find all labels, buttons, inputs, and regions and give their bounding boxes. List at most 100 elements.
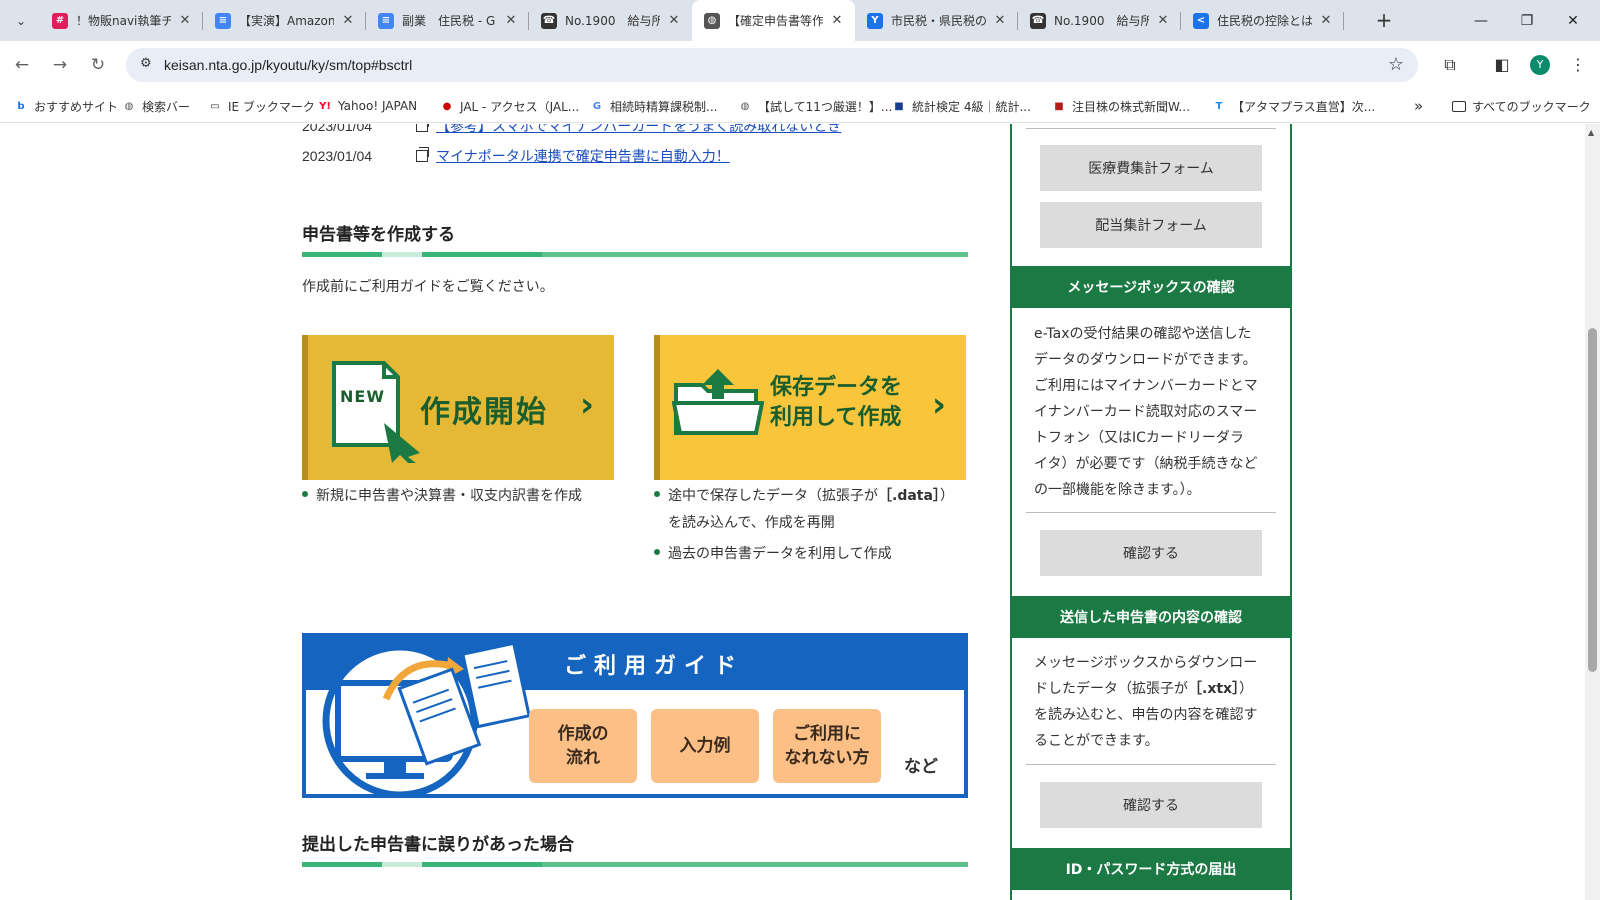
tab-close-icon[interactable]: ✕ bbox=[177, 13, 193, 28]
section-title-error: 提出した申告書に誤りがあった場合 bbox=[302, 835, 574, 855]
reload-icon[interactable]: ↻ bbox=[86, 53, 110, 77]
side-panel-icon[interactable]: ◧ bbox=[1490, 53, 1514, 77]
desc-line: イナンバーカード読取対応のスマー bbox=[1034, 404, 1258, 420]
bullet-icon bbox=[654, 549, 660, 555]
tab-close-icon[interactable]: ✕ bbox=[503, 13, 519, 28]
browser-tab[interactable]: ☎ No.1900 給与所 ✕ bbox=[1018, 0, 1181, 41]
bookmark-item[interactable]: b おすすめサイト bbox=[14, 97, 118, 115]
back-icon[interactable]: ← bbox=[10, 53, 34, 77]
bookmark-label: IE ブックマーク bbox=[228, 99, 315, 114]
create-new-button[interactable]: NEW 作成開始 › bbox=[302, 335, 614, 480]
page-scrollbar[interactable]: ▲ bbox=[1585, 124, 1600, 900]
page-viewport: 2023/01/04 【参考】スマホでマイナンバーカードをうまく読み取れないとき… bbox=[0, 124, 1585, 900]
medical-expense-form-button[interactable]: 医療費集計フォーム bbox=[1040, 145, 1262, 191]
tab-title: No.1900 給与所 bbox=[1054, 14, 1149, 28]
close-window-icon[interactable]: ✕ bbox=[1550, 0, 1596, 41]
tab-close-icon[interactable]: ✕ bbox=[340, 13, 356, 28]
news-link[interactable]: マイナポータル連携で確定申告書に自動入力！ bbox=[436, 146, 730, 166]
create-button-label: 作成開始 bbox=[420, 395, 548, 430]
guide-beginner-line2: なれない方 bbox=[784, 748, 870, 768]
bookmark-label: JAL - アクセス（JAL... bbox=[460, 99, 580, 114]
browser-tab[interactable]: ≡ 副業 住民税 - G ✕ bbox=[366, 0, 529, 41]
tab-close-icon[interactable]: ✕ bbox=[829, 13, 845, 28]
bookmark-item[interactable]: G 相続時精算課税制... bbox=[590, 97, 718, 115]
usage-guide-banner[interactable]: ご利用ガイド 作成の 流れ 入力例 ご利用に なれない方 など bbox=[302, 633, 968, 798]
tab-favicon-icon: < bbox=[1193, 12, 1209, 29]
scrollbar-thumb[interactable] bbox=[1588, 328, 1597, 672]
bookmark-favicon-icon: G bbox=[592, 100, 602, 112]
tab-search-chevron-icon[interactable]: ⌄ bbox=[8, 8, 34, 34]
tab-close-icon[interactable]: ✕ bbox=[1155, 13, 1171, 28]
bookmark-item[interactable]: ◍ 【試して11つ厳選！】... bbox=[738, 97, 893, 115]
tab-favicon-icon: ≡ bbox=[215, 12, 231, 29]
tab-title: 市民税・県民税の bbox=[891, 14, 986, 28]
message-box-header: メッセージボックスの確認 bbox=[1012, 266, 1290, 308]
url-text[interactable]: keisan.nta.go.jp/kyoutu/ky/sm/top#bsctrl bbox=[164, 57, 412, 73]
desc-line: ドしたデータ（拡張子が［.xtx］） bbox=[1034, 676, 1274, 702]
bookmark-item[interactable]: ◍ 検索バー bbox=[122, 97, 190, 115]
tab-close-icon[interactable]: ✕ bbox=[992, 13, 1008, 28]
forward-icon[interactable]: → bbox=[48, 53, 72, 77]
site-info-icon[interactable]: ⚙ bbox=[140, 56, 152, 71]
bookmark-item[interactable]: T 【アタマプラス直営】次... bbox=[1212, 97, 1376, 115]
restore-icon[interactable]: ❐ bbox=[1504, 0, 1550, 41]
new-tab-button[interactable]: + bbox=[1372, 9, 1396, 33]
dividend-form-button[interactable]: 配当集計フォーム bbox=[1040, 202, 1262, 248]
news-link[interactable]: 【参考】スマホでマイナンバーカードをうまく読み取れないとき bbox=[436, 124, 841, 136]
more-bookmarks-button[interactable]: » bbox=[1414, 97, 1423, 115]
desc-line: トフォン（又はICカードリーダラ bbox=[1034, 430, 1244, 446]
desc-line: データのダウンロードができます。 bbox=[1034, 352, 1257, 368]
sidebar-divider bbox=[1026, 512, 1276, 513]
bookmark-star-icon[interactable]: ☆ bbox=[1388, 54, 1404, 75]
new-badge: NEW bbox=[340, 387, 385, 406]
profile-avatar[interactable]: Y bbox=[1530, 55, 1550, 75]
menu-icon[interactable]: ⋮ bbox=[1566, 53, 1590, 77]
browser-tab[interactable]: < 住民税の控除とは ✕ bbox=[1181, 0, 1344, 41]
tab-separator bbox=[1343, 12, 1344, 30]
news-item: 2023/01/04 マイナポータル連携で確定申告書に自動入力！ bbox=[302, 146, 730, 166]
tab-close-icon[interactable]: ✕ bbox=[666, 13, 682, 28]
tab-close-icon[interactable]: ✕ bbox=[1318, 13, 1334, 28]
desc-line: ることができます。 bbox=[1034, 733, 1159, 749]
guide-flow-button[interactable]: 作成の 流れ bbox=[529, 709, 637, 783]
saved-note-text: 途中で保存したデータ（拡張子が bbox=[668, 488, 878, 504]
guide-beginner-button[interactable]: ご利用に なれない方 bbox=[773, 709, 881, 783]
bookmark-favicon-icon: ◍ bbox=[740, 100, 750, 112]
tab-title: 【実演】Amazon中 bbox=[239, 14, 334, 28]
tab-strip: ⌄ #！物販navi執筆チ✕≡【実演】Amazon中✕≡副業 住民税 - G✕☎… bbox=[0, 0, 1600, 41]
minimize-icon[interactable]: — bbox=[1458, 0, 1504, 41]
bookmark-item[interactable]: ■ 注目株の株式新聞W... bbox=[1052, 97, 1190, 115]
all-bookmarks-label: すべてのブックマーク bbox=[1472, 99, 1591, 114]
tab-title: No.1900 給与所 bbox=[565, 14, 660, 28]
saved-note: 途中で保存したデータ（拡張子が［.data］） を読み込んで、作成を再開 bbox=[654, 483, 970, 537]
bookmark-item[interactable]: ■ 統計検定 4級｜統計... bbox=[892, 97, 1031, 115]
scroll-up-icon[interactable]: ▲ bbox=[1588, 128, 1594, 137]
sent-return-header: 送信した申告書の内容の確認 bbox=[1012, 596, 1290, 638]
browser-tab[interactable]: ≡ 【実演】Amazon中 ✕ bbox=[203, 0, 366, 41]
extensions-icon[interactable]: ⧉ bbox=[1438, 53, 1462, 77]
bookmark-label: 統計検定 4級｜統計... bbox=[912, 99, 1031, 114]
message-box-confirm-button[interactable]: 確認する bbox=[1040, 530, 1262, 576]
browser-tab[interactable]: ◍ 【確定申告書等作 ✕ bbox=[692, 0, 855, 41]
external-window-icon bbox=[416, 147, 429, 162]
browser-tab[interactable]: # ！物販navi執筆チ ✕ bbox=[40, 0, 203, 41]
news-item: 2023/01/04 【参考】スマホでマイナンバーカードをうまく読み取れないとき bbox=[302, 124, 841, 136]
bookmarks-bar: » すべてのブックマーク b おすすめサイト ◍ 検索バー ▭ IE ブックマーク Y! Ya… bbox=[0, 89, 1600, 123]
guide-example-button[interactable]: 入力例 bbox=[651, 709, 759, 783]
browser-tab[interactable]: Y 市民税・県民税の ✕ bbox=[855, 0, 1018, 41]
use-saved-data-button[interactable]: 保存データを 利用して作成 › bbox=[654, 335, 966, 480]
chevron-right-icon: › bbox=[931, 385, 946, 425]
tab-favicon-icon: ☎ bbox=[541, 12, 557, 29]
all-bookmarks-button[interactable]: すべてのブックマーク bbox=[1452, 97, 1591, 115]
tab-favicon-icon: # bbox=[52, 12, 68, 29]
tab-list: # ！物販navi執筆チ ✕ ≡ 【実演】Amazon中 ✕ ≡ 副業 住民税 - G ✕ ☎ No… bbox=[40, 0, 1344, 41]
tab-favicon-icon: Y bbox=[867, 12, 883, 29]
sent-return-confirm-button[interactable]: 確認する bbox=[1040, 782, 1262, 828]
address-bar[interactable]: ⚙ keisan.nta.go.jp/kyoutu/ky/sm/top#bsct… bbox=[126, 48, 1418, 82]
desc-text: ドしたデータ（拡張子が bbox=[1034, 681, 1188, 697]
bookmark-item[interactable]: Y! Yahoo! JAPAN bbox=[318, 97, 417, 115]
bookmark-item[interactable]: ● JAL - アクセス（JAL... bbox=[440, 97, 580, 115]
bookmark-item[interactable]: ▭ IE ブックマーク bbox=[208, 97, 315, 115]
browser-tab[interactable]: ☎ No.1900 給与所 ✕ bbox=[529, 0, 692, 41]
saved-button-line1: 保存データを bbox=[770, 375, 903, 400]
